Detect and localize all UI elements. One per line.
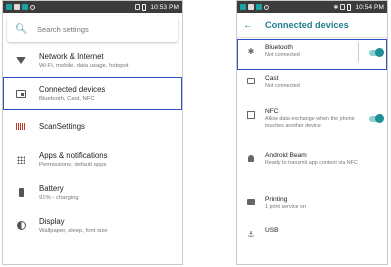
cast-item[interactable]: Cast Not connected (237, 70, 387, 103)
clock: 10:53 PM (150, 3, 179, 11)
notification-icon (256, 4, 262, 10)
status-bar: ✱ 10:54 PM (237, 1, 387, 13)
item-subtitle: Permissions, default apps (39, 161, 107, 168)
item-title: Battery (39, 183, 64, 193)
android-icon (248, 155, 254, 162)
bluetooth-toggle[interactable] (369, 48, 384, 57)
bluetooth-icon: ✱ (247, 47, 255, 56)
notification-icon (30, 4, 35, 10)
item-title: ScanSettings (39, 121, 85, 131)
item-title: USB (265, 227, 279, 234)
battery-status-icon (142, 3, 147, 11)
battery-icon (18, 188, 24, 197)
vibrate-icon (135, 4, 141, 10)
settings-item-apps[interactable]: Apps & notifications Permissions, defaul… (3, 143, 182, 176)
usb-item[interactable]: ⚓︎ USB (237, 222, 387, 242)
item-subtitle: 91% - charging (39, 194, 79, 201)
notification-icon (248, 4, 254, 10)
item-title: Android Beam (265, 152, 307, 159)
item-title: Printing (265, 196, 288, 203)
settings-screen: 10:53 PM 🔍︎ Search settings Network & In… (2, 0, 183, 265)
item-title: Network & Internet (39, 51, 104, 61)
item-subtitle: 1 print service on (265, 204, 307, 210)
nfc-icon (247, 111, 255, 119)
notification-icon (6, 4, 12, 10)
usb-icon: ⚓︎ (247, 230, 255, 239)
search-bar[interactable]: 🔍︎ Search settings (7, 16, 178, 42)
settings-item-network[interactable]: Network & Internet Wi-Fi, mobile, data u… (3, 44, 182, 77)
notification-icon (22, 4, 28, 10)
settings-item-scansettings[interactable]: ScanSettings (3, 110, 182, 143)
settings-item-connected-devices[interactable]: Connected devices Bluetooth, Cast, NFC (3, 77, 182, 110)
bluetooth-item[interactable]: ✱ Bluetooth Not connected (237, 39, 387, 70)
back-arrow-icon[interactable]: ← (243, 20, 265, 31)
item-subtitle: Not connected (265, 83, 300, 89)
vibrate-icon (340, 4, 346, 10)
item-title: Connected devices (39, 84, 106, 94)
notification-icon (14, 4, 20, 10)
notification-icon (264, 4, 269, 10)
connected-devices-icon (16, 89, 26, 98)
status-bar: 10:53 PM (3, 1, 182, 13)
display-brightness-icon (16, 221, 26, 230)
nfc-toggle[interactable] (369, 114, 384, 123)
apps-grid-icon (17, 155, 25, 164)
clock: 10:54 PM (355, 3, 384, 11)
item-title: Cast (265, 75, 279, 82)
app-bar: ← Connected devices (237, 13, 387, 37)
printing-item[interactable]: Printing 1 print service on (237, 191, 387, 222)
wifi-icon (16, 57, 26, 64)
printer-icon (247, 199, 255, 205)
search-icon: 🔍︎ (15, 23, 28, 35)
bluetooth-status-icon: ✱ (333, 4, 339, 11)
barcode-scan-icon (16, 123, 26, 130)
cast-icon (247, 78, 255, 84)
divider (358, 42, 359, 62)
item-subtitle: Bluetooth, Cast, NFC (39, 95, 95, 102)
settings-item-display[interactable]: Display Wallpaper, sleep, font size (3, 209, 182, 242)
item-subtitle: Wi-Fi, mobile, data usage, hotspot (39, 62, 129, 69)
notification-icon (240, 4, 246, 10)
connected-devices-screen: ✱ 10:54 PM ← Connected devices ✱ Bluetoo… (236, 0, 388, 265)
android-beam-item[interactable]: Android Beam Ready to transmit app conte… (237, 147, 387, 191)
item-subtitle: Allow data exchange when the phone touch… (265, 116, 355, 129)
item-subtitle: Ready to transmit app content via NFC (265, 160, 358, 166)
settings-item-battery[interactable]: Battery 91% - charging (3, 176, 182, 209)
battery-status-icon (347, 3, 352, 11)
search-placeholder: Search settings (37, 24, 89, 34)
item-title: Apps & notifications (39, 150, 108, 160)
item-title: NFC (265, 108, 279, 115)
item-title: Display (39, 216, 65, 226)
nfc-item[interactable]: NFC Allow data exchange when the phone t… (237, 103, 387, 147)
screenshot: 10:53 PM 🔍︎ Search settings Network & In… (0, 0, 391, 267)
page-title: Connected devices (265, 20, 349, 30)
item-subtitle: Wallpaper, sleep, font size (39, 227, 108, 234)
